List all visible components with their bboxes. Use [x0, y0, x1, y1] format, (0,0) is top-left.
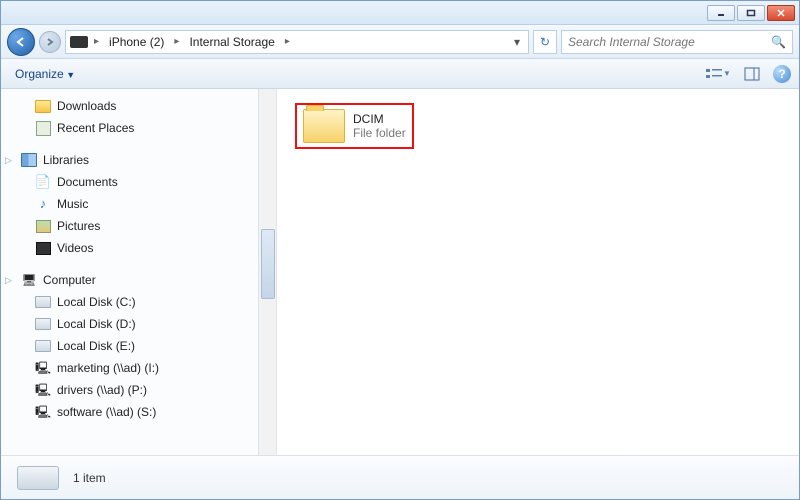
search-input[interactable] [568, 35, 771, 49]
sidebar-item-network-drive[interactable]: marketing (\\ad) (I:) [1, 357, 258, 379]
scrollbar-thumb[interactable] [261, 229, 275, 299]
music-icon [35, 196, 51, 212]
disk-icon [35, 294, 51, 310]
folder-icon [35, 98, 51, 114]
back-button[interactable] [7, 28, 35, 56]
sidebar-item-label: Local Disk (C:) [57, 293, 136, 311]
organize-menu[interactable]: Organize [9, 64, 81, 84]
network-drive-icon [35, 360, 51, 376]
titlebar [1, 1, 799, 25]
sidebar-group-label: Libraries [43, 151, 89, 169]
document-icon [35, 174, 51, 190]
chevron-right-icon: ▸ [174, 36, 179, 47]
sidebar-item-label: marketing (\\ad) (I:) [57, 359, 159, 377]
navbar: ▸ iPhone (2) ▸ Internal Storage ▸ ▾ ↻ 🔍 [1, 25, 799, 59]
forward-arrow-icon [45, 37, 55, 47]
disk-icon [35, 338, 51, 354]
close-icon [776, 9, 786, 17]
explorer-window: ▸ iPhone (2) ▸ Internal Storage ▸ ▾ ↻ 🔍 … [0, 0, 800, 500]
sidebar-group-label: Computer [43, 271, 96, 289]
navigation-pane[interactable]: Downloads Recent Places ▷ Libraries Docu… [1, 89, 259, 455]
maximize-icon [746, 9, 756, 17]
pictures-icon [35, 218, 51, 234]
drive-icon [17, 466, 59, 490]
help-button[interactable]: ? [773, 65, 791, 83]
sidebar-item-local-disk-c[interactable]: Local Disk (C:) [1, 291, 258, 313]
disk-icon [35, 316, 51, 332]
sidebar-item-videos[interactable]: Videos [1, 237, 258, 259]
device-icon [70, 36, 88, 48]
sidebar-item-local-disk-e[interactable]: Local Disk (E:) [1, 335, 258, 357]
minimize-button[interactable] [707, 5, 735, 21]
sidebar-item-downloads[interactable]: Downloads [1, 95, 258, 117]
body: Downloads Recent Places ▷ Libraries Docu… [1, 89, 799, 455]
sidebar-item-recent-places[interactable]: Recent Places [1, 117, 258, 139]
sidebar-item-pictures[interactable]: Pictures [1, 215, 258, 237]
refresh-icon: ↻ [540, 35, 550, 49]
network-drive-icon [35, 404, 51, 420]
expand-icon[interactable]: ▷ [5, 271, 15, 289]
close-button[interactable] [767, 5, 795, 21]
help-icon: ? [778, 67, 785, 81]
folder-type: File folder [353, 126, 406, 140]
minimize-icon [716, 9, 726, 17]
recent-places-icon [35, 120, 51, 136]
forward-button[interactable] [39, 31, 61, 53]
sidebar-item-label: Local Disk (E:) [57, 337, 135, 355]
sidebar-item-network-drive[interactable]: software (\\ad) (S:) [1, 401, 258, 423]
sidebar-item-network-drive[interactable]: drivers (\\ad) (P:) [1, 379, 258, 401]
folder-icon [303, 109, 345, 143]
toolbar-right: ▼ ? [705, 64, 791, 84]
refresh-button[interactable]: ↻ [533, 30, 557, 54]
view-options-button[interactable]: ▼ [705, 64, 731, 84]
content-pane[interactable]: DCIM File folder [259, 89, 799, 455]
network-drive-icon [35, 382, 51, 398]
sidebar-item-label: Videos [57, 239, 93, 257]
folder-item-dcim[interactable]: DCIM File folder [295, 103, 414, 149]
sidebar-item-label: Music [57, 195, 88, 213]
sidebar-item-label: Local Disk (D:) [57, 315, 136, 333]
search-box[interactable]: 🔍 [561, 30, 793, 54]
breadcrumb[interactable]: ▸ iPhone (2) ▸ Internal Storage ▸ ▾ [65, 30, 529, 54]
videos-icon [35, 240, 51, 256]
search-icon: 🔍 [771, 35, 786, 49]
chevron-right-icon: ▸ [94, 36, 99, 47]
scrollbar-track[interactable] [259, 89, 277, 455]
computer-icon [21, 272, 37, 288]
maximize-button[interactable] [737, 5, 765, 21]
back-arrow-icon [14, 35, 28, 49]
sidebar-item-label: Downloads [57, 97, 116, 115]
sidebar-item-local-disk-d[interactable]: Local Disk (D:) [1, 313, 258, 335]
preview-pane-button[interactable] [739, 64, 765, 84]
chevron-right-icon: ▸ [285, 36, 290, 47]
folder-name: DCIM [353, 112, 406, 126]
sidebar-item-label: software (\\ad) (S:) [57, 403, 156, 421]
sidebar-item-label: Recent Places [57, 119, 134, 137]
sidebar-item-label: Pictures [57, 217, 100, 235]
breadcrumb-segment[interactable]: Internal Storage [183, 35, 280, 49]
sidebar-item-documents[interactable]: Documents [1, 171, 258, 193]
status-bar: 1 item [1, 455, 799, 499]
sidebar-item-label: drivers (\\ad) (P:) [57, 381, 147, 399]
expand-icon[interactable]: ▷ [5, 151, 15, 169]
toolbar: Organize ▼ ? [1, 59, 799, 89]
sidebar-item-label: Documents [57, 173, 118, 191]
sidebar-item-music[interactable]: Music [1, 193, 258, 215]
view-icon [705, 67, 723, 81]
breadcrumb-segment[interactable]: iPhone (2) [103, 35, 170, 49]
breadcrumb-dropdown[interactable]: ▾ [510, 35, 524, 49]
libraries-icon [21, 152, 37, 168]
sidebar-group-libraries[interactable]: ▷ Libraries [1, 149, 258, 171]
sidebar-group-computer[interactable]: ▷ Computer [1, 269, 258, 291]
status-item-count: 1 item [73, 471, 106, 485]
preview-pane-icon [744, 67, 760, 81]
